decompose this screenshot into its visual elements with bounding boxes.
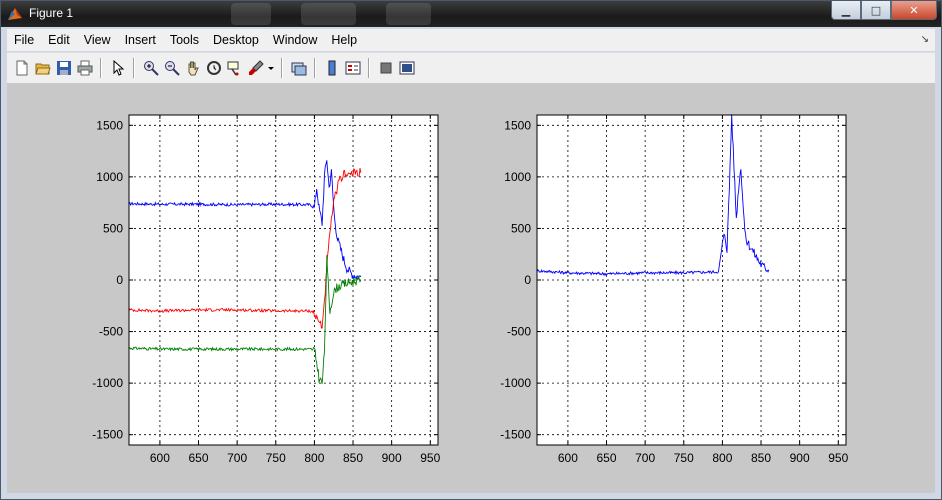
save-icon[interactable] bbox=[54, 59, 73, 78]
y-tick-label: 500 bbox=[511, 221, 531, 235]
pan-hand-icon[interactable] bbox=[183, 59, 202, 78]
menu-edit[interactable]: Edit bbox=[41, 33, 77, 47]
brush-icon[interactable] bbox=[246, 59, 265, 78]
x-tick-label: 650 bbox=[597, 451, 617, 465]
x-tick-label: 700 bbox=[635, 451, 655, 465]
y-tick-label: 1000 bbox=[96, 170, 123, 184]
menu-bar: File Edit View Insert Tools Desktop Wind… bbox=[7, 29, 935, 51]
y-tick-label: -1500 bbox=[500, 428, 531, 442]
menu-help[interactable]: Help bbox=[324, 33, 364, 47]
maximize-button[interactable]: □ bbox=[861, 1, 891, 20]
y-tick-label: -1000 bbox=[92, 376, 123, 390]
title-bar[interactable]: Figure 1 ▁ □ ✕ bbox=[1, 1, 941, 27]
data-cursor-icon[interactable] bbox=[225, 59, 244, 78]
toolbar-separator bbox=[314, 58, 316, 78]
close-button[interactable]: ✕ bbox=[891, 1, 937, 20]
menu-desktop[interactable]: Desktop bbox=[206, 33, 266, 47]
taskbar-ghost bbox=[386, 3, 431, 25]
y-tick-label: 0 bbox=[116, 273, 123, 287]
y-tick-label: -500 bbox=[507, 325, 531, 339]
zoom-in-icon[interactable] bbox=[141, 59, 160, 78]
toolbar-separator bbox=[368, 58, 370, 78]
x-tick-label: 900 bbox=[790, 451, 810, 465]
toolbar-separator bbox=[100, 58, 102, 78]
figure-canvas: 600 650 700 750 800 850 900 950 1500 1000 500 0 -500… bbox=[7, 83, 935, 493]
x-tick-label: 850 bbox=[751, 451, 771, 465]
hide-plot-tools-icon[interactable] bbox=[376, 59, 395, 78]
x-tick-label: 750 bbox=[266, 451, 286, 465]
y-tick-label: 1500 bbox=[504, 118, 531, 132]
taskbar-ghost bbox=[231, 3, 271, 25]
x-tick-label: 900 bbox=[382, 451, 402, 465]
menu-insert[interactable]: Insert bbox=[118, 33, 163, 47]
rotate-3d-icon[interactable] bbox=[204, 59, 223, 78]
show-plot-tools-icon[interactable] bbox=[397, 59, 416, 78]
zoom-out-icon[interactable] bbox=[162, 59, 181, 78]
y-tick-label: -500 bbox=[99, 325, 123, 339]
x-tick-label: 750 bbox=[674, 451, 694, 465]
link-plot-icon[interactable] bbox=[289, 59, 308, 78]
menu-tools[interactable]: Tools bbox=[163, 33, 206, 47]
x-tick-label: 950 bbox=[828, 451, 848, 465]
menu-view[interactable]: View bbox=[77, 33, 118, 47]
legend-icon[interactable] bbox=[343, 59, 362, 78]
y-tick-label: 0 bbox=[524, 273, 531, 287]
y-tick-label: 1500 bbox=[96, 118, 123, 132]
select-arrow-icon[interactable] bbox=[108, 59, 127, 78]
x-tick-label: 800 bbox=[712, 451, 732, 465]
y-tick-label: -1500 bbox=[92, 428, 123, 442]
x-tick-label: 700 bbox=[227, 451, 247, 465]
plot-area: 600 650 700 750 800 850 900 950 1500 1000 500 0 -500… bbox=[92, 114, 849, 465]
x-tick-label: 600 bbox=[558, 451, 578, 465]
menu-window[interactable]: Window bbox=[266, 33, 324, 47]
figure-toolbar bbox=[7, 52, 935, 84]
chevron-down-icon[interactable] bbox=[267, 59, 275, 78]
print-icon[interactable] bbox=[75, 59, 94, 78]
y-tick-label: 1000 bbox=[504, 170, 531, 184]
x-tick-label: 600 bbox=[150, 451, 170, 465]
y-tick-label: 500 bbox=[103, 221, 123, 235]
new-figure-icon[interactable] bbox=[12, 59, 31, 78]
x-tick-label: 950 bbox=[420, 451, 440, 465]
minimize-button[interactable]: ▁ bbox=[831, 1, 861, 20]
x-tick-label: 800 bbox=[304, 451, 324, 465]
y-tick-label: -1000 bbox=[500, 376, 531, 390]
open-file-icon[interactable] bbox=[33, 59, 52, 78]
dock-arrow-icon[interactable]: ↘ bbox=[921, 34, 929, 45]
matlab-app-icon bbox=[8, 8, 22, 20]
x-tick-label: 650 bbox=[189, 451, 209, 465]
toolbar-separator bbox=[133, 58, 135, 78]
colorbar-icon[interactable] bbox=[322, 59, 341, 78]
window-title: Figure 1 bbox=[29, 6, 74, 20]
toolbar-separator bbox=[281, 58, 283, 78]
x-tick-label: 850 bbox=[343, 451, 363, 465]
figure-window: Figure 1 ▁ □ ✕ File Edit View Insert Too… bbox=[0, 0, 942, 500]
menu-file[interactable]: File bbox=[7, 33, 41, 47]
taskbar-ghost bbox=[301, 3, 356, 25]
